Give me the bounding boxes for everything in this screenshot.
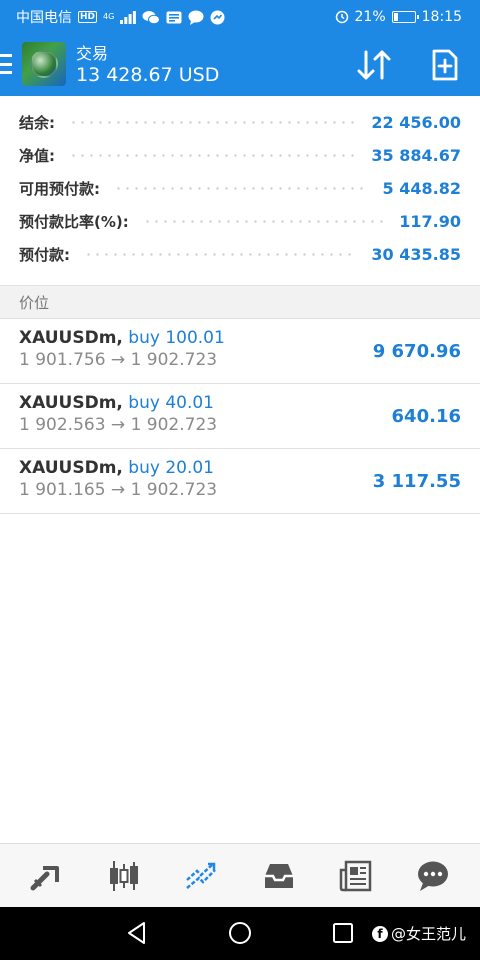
account-summary: 结余: 22 456.00 净值: 35 884.67 可用预付款: 5 448… (0, 106, 480, 271)
sort-icon[interactable] (356, 48, 392, 82)
position-type: buy 20.01 (128, 458, 214, 478)
summary-label: 结余: (19, 114, 55, 132)
summary-value: 35 884.67 (371, 146, 461, 165)
summary-row-free-margin: 可用预付款: 5 448.82 (0, 172, 480, 205)
new-order-icon[interactable] (428, 48, 462, 82)
vibrate-icon (335, 10, 348, 24)
signal-icon (120, 10, 137, 24)
battery-icon (391, 11, 419, 23)
position-symbol: XAUUSDm, (19, 393, 123, 413)
watermark: f @女王范儿 (372, 923, 466, 944)
summary-row-margin-level: 预付款比率(%): 117.90 (0, 205, 480, 238)
clock: 18:15 (421, 9, 462, 25)
summary-label: 净值: (19, 147, 55, 165)
app-bar: 交易 13 428.67 USD (0, 34, 480, 96)
position-profit: 3 117.55 (372, 471, 461, 492)
system-nav-bar: f @女王范儿 (0, 907, 480, 960)
position-type: buy 100.01 (128, 328, 225, 348)
bottom-tab-bar (0, 843, 480, 907)
position-type: buy 40.01 (128, 393, 214, 413)
tab-messages[interactable] (408, 851, 458, 901)
watermark-text: @女王范儿 (391, 925, 467, 943)
summary-row-margin: 预付款: 30 435.85 (0, 238, 480, 271)
tab-trade[interactable] (176, 851, 226, 901)
dot-leader (69, 121, 358, 124)
summary-row-balance: 结余: 22 456.00 (0, 106, 480, 139)
position-profit: 640.16 (391, 406, 461, 427)
summary-label: 预付款: (19, 246, 70, 264)
dot-leader (142, 220, 386, 223)
account-balance: 13 428.67 USD (76, 64, 220, 86)
home-icon[interactable] (227, 920, 253, 946)
quotes-icon (30, 865, 59, 890)
messages-icon (418, 861, 449, 891)
menu-icon[interactable] (0, 54, 12, 74)
network-type: 4G (103, 12, 115, 21)
carrier-name: 中国电信 (16, 10, 72, 26)
summary-label: 可用预付款: (19, 180, 100, 198)
history-icon (264, 863, 293, 888)
facebook-icon: f (372, 925, 388, 942)
news-icon (339, 860, 372, 891)
summary-row-equity: 净值: 35 884.67 (0, 139, 480, 172)
status-bar: 中国电信 HD 4G 21% 18:15 (0, 0, 480, 34)
page-title: 交易 (76, 44, 109, 63)
tab-history[interactable] (254, 851, 304, 901)
section-header-prices: 价位 (0, 285, 480, 319)
position-symbol: XAUUSDm, (19, 458, 123, 478)
battery-percent: 21% (354, 9, 386, 25)
tab-chart[interactable] (99, 851, 149, 901)
trade-icon (186, 862, 217, 889)
app-logo[interactable] (22, 42, 66, 86)
summary-value: 117.90 (399, 212, 461, 231)
hd-badge: HD (78, 11, 98, 23)
chart-icon (109, 860, 138, 891)
status-right: 21% 18:15 (335, 9, 462, 25)
summary-value: 5 448.82 (382, 179, 461, 198)
dot-leader (114, 187, 369, 190)
wechat-icon (142, 10, 161, 24)
position-symbol: XAUUSDm, (19, 328, 123, 348)
summary-label: 预付款比率(%): (19, 213, 129, 231)
summary-value: 30 435.85 (371, 245, 461, 264)
dot-leader (84, 253, 358, 256)
back-icon[interactable] (124, 920, 150, 946)
positions-list: XAUUSDm, buy 100.01 1 901.756 → 1 902.72… (0, 319, 480, 514)
position-profit: 9 670.96 (372, 341, 461, 362)
dot-leader (69, 154, 358, 157)
recents-icon[interactable] (330, 920, 356, 946)
position-row[interactable]: XAUUSDm, buy 20.01 1 901.165 → 1 902.723… (0, 449, 480, 514)
position-row[interactable]: XAUUSDm, buy 40.01 1 902.563 → 1 902.723… (0, 384, 480, 449)
position-row[interactable]: XAUUSDm, buy 100.01 1 901.756 → 1 902.72… (0, 319, 480, 384)
mail-icon (166, 11, 182, 23)
tab-quotes[interactable] (22, 851, 72, 901)
chat-bubble-icon (188, 10, 204, 25)
tab-news[interactable] (331, 851, 381, 901)
app-notify-icon (210, 10, 225, 24)
status-left: 中国电信 HD 4G (16, 7, 225, 27)
summary-value: 22 456.00 (371, 113, 461, 132)
